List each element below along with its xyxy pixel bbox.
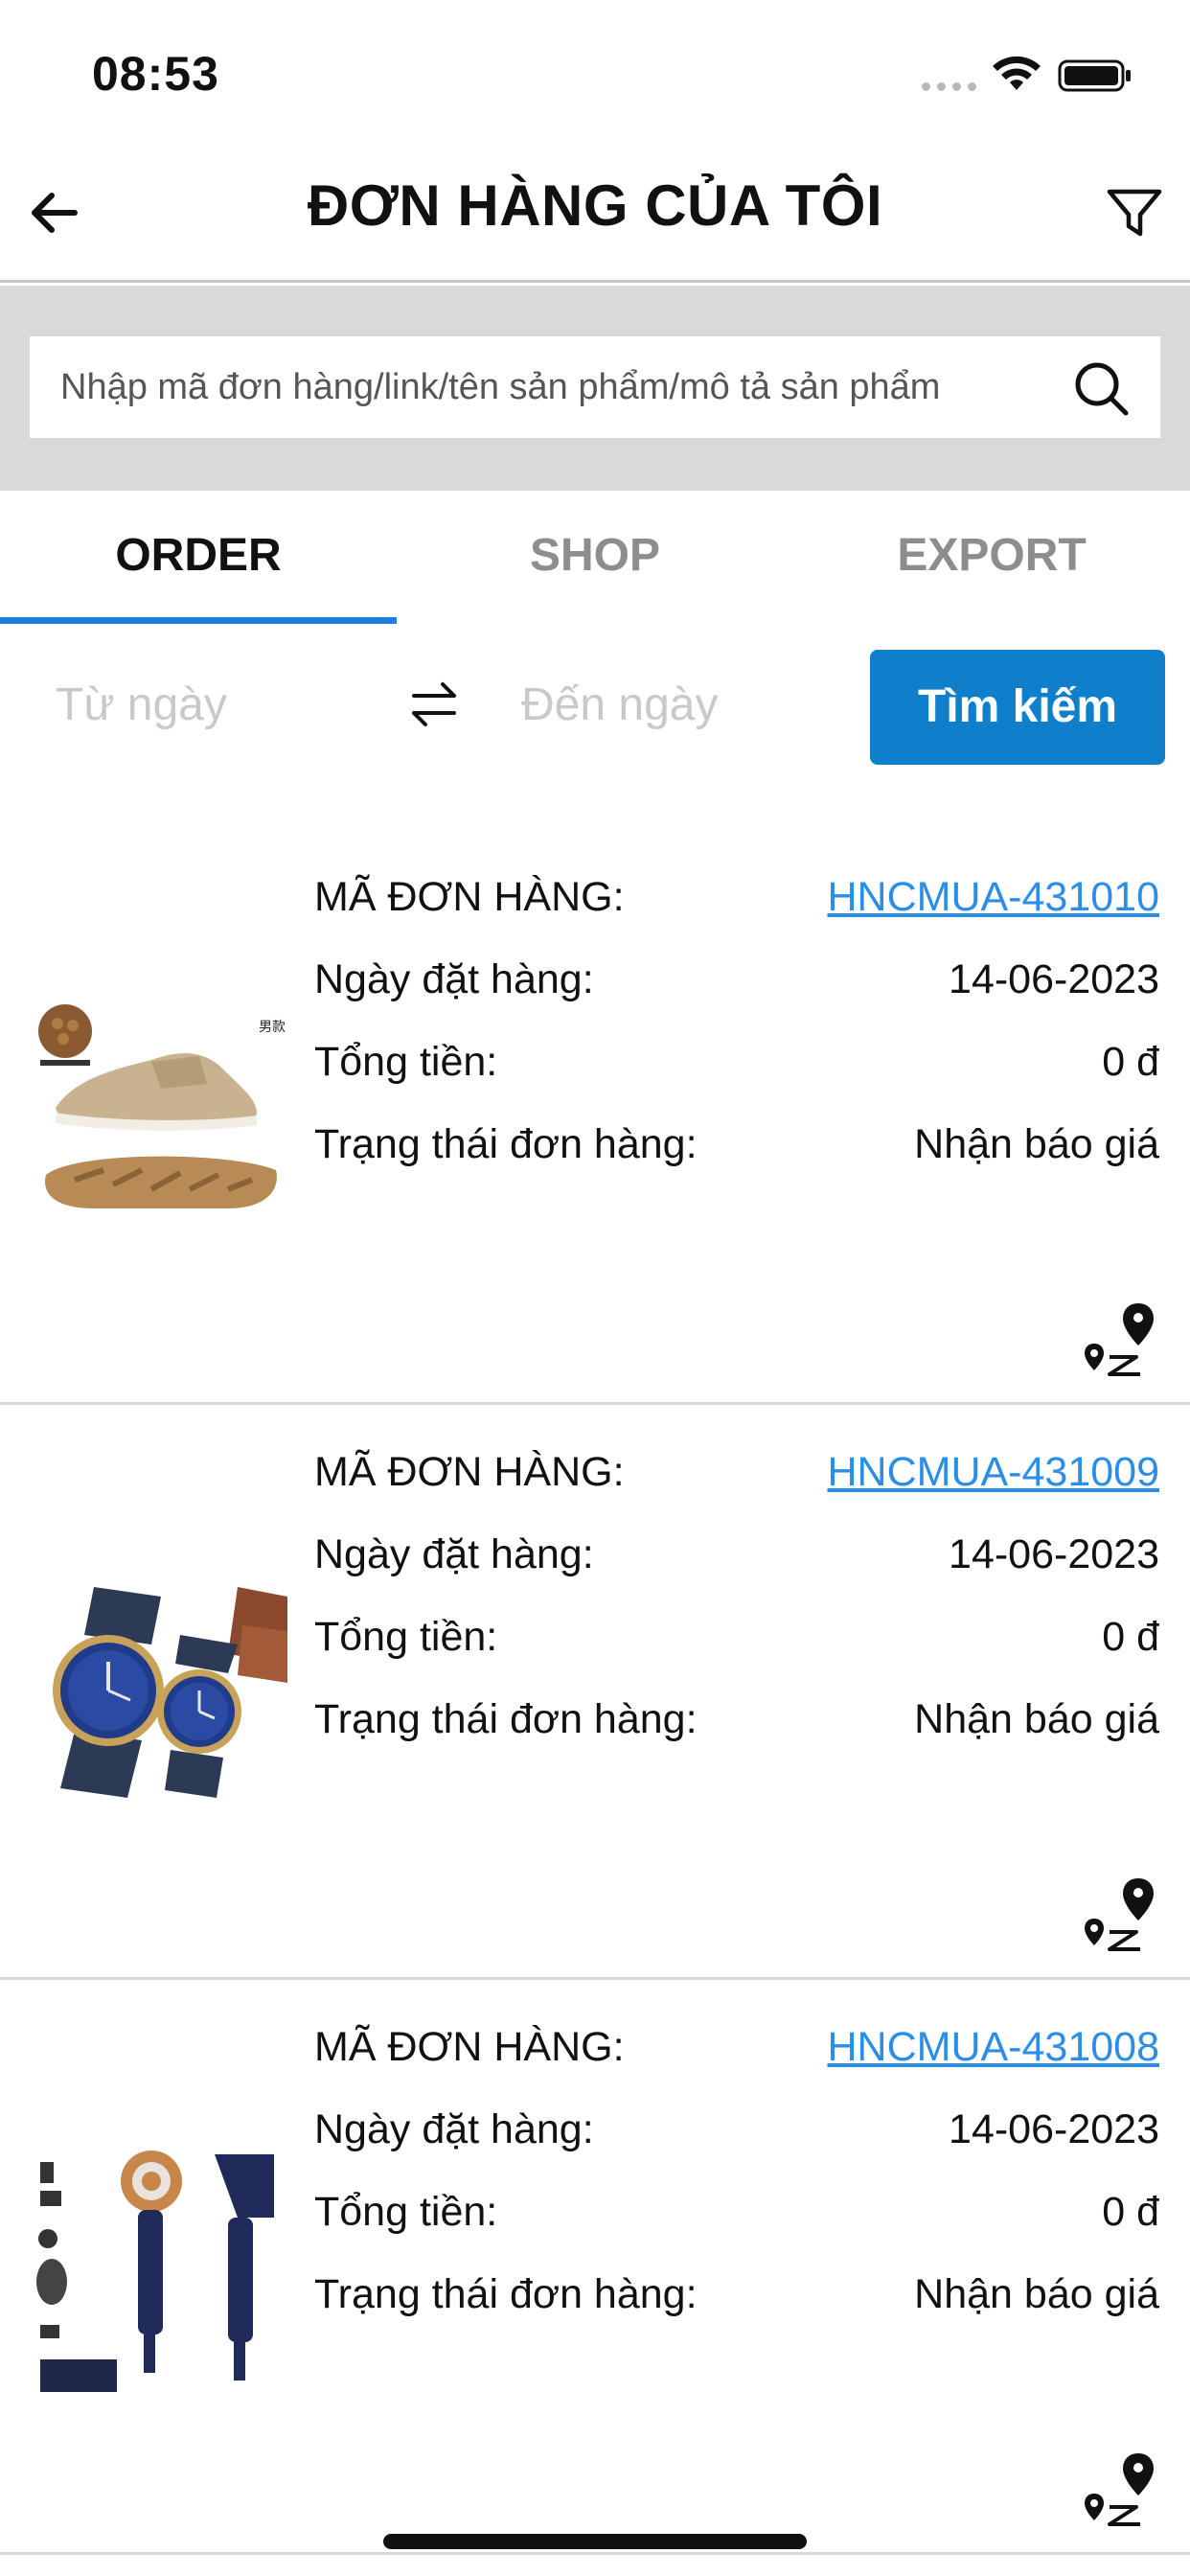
order-status-value: Nhận báo giá [914, 1696, 1159, 1742]
order-status-row: Trạng thái đơn hàng: Nhận báo giá [314, 2271, 1159, 2354]
order-code-link[interactable]: HNCMUA-431010 [827, 874, 1159, 921]
order-total-label: Tổng tiền: [314, 2189, 498, 2235]
order-card[interactable]: MÃ ĐƠN HÀNG: HNCMUA-431009 Ngày đặt hàng… [0, 1405, 1190, 1980]
orders-screen: 08:53 ĐƠN HÀNG CỦA TÔI Nhập mã đơn hàng/… [0, 0, 1190, 2576]
order-status-value: Nhận báo giá [914, 2271, 1159, 2317]
order-status-label: Trạng thái đơn hàng: [314, 1696, 698, 1742]
search-box [30, 336, 1160, 438]
order-date-label: Ngày đặt hàng: [314, 2106, 594, 2152]
order-info: MÃ ĐƠN HÀNG: HNCMUA-431009 Ngày đặt hàng… [314, 1449, 1159, 1779]
order-total-row: Tổng tiền: 0 đ [314, 1039, 1159, 1121]
order-tabs: ORDER SHOP EXPORT [0, 491, 1190, 625]
order-status-row: Trạng thái đơn hàng: Nhận báo giá [314, 1121, 1159, 1204]
order-date-value: 14-06-2023 [949, 1531, 1159, 1577]
search-area [0, 286, 1190, 491]
order-info: MÃ ĐƠN HÀNG: HNCMUA-431010 Ngày đặt hàng… [314, 874, 1159, 1204]
date-to-field[interactable]: Đến ngày [521, 678, 718, 731]
order-code-row: MÃ ĐƠN HÀNG: HNCMUA-431009 [314, 1449, 1159, 1531]
search-icon[interactable] [1070, 357, 1132, 419]
couple-watches-thumbnail [53, 1587, 287, 1798]
home-indicator [383, 2534, 807, 2549]
order-status-value: Nhận báo giá [914, 1121, 1159, 1167]
search-input[interactable] [60, 336, 1057, 438]
order-code-label: MÃ ĐƠN HÀNG: [314, 1449, 625, 1495]
order-status-label: Trạng thái đơn hàng: [314, 1121, 698, 1167]
order-date-label: Ngày đặt hàng: [314, 1531, 594, 1577]
status-bar: 08:53 [0, 0, 1190, 144]
hair-dryer-thumbnail [36, 2150, 274, 2392]
order-total-value: 0 đ [1102, 2189, 1159, 2235]
funnel-icon[interactable] [1104, 182, 1165, 243]
order-date-row: Ngày đặt hàng: 14-06-2023 [314, 1531, 1159, 1614]
order-total-label: Tổng tiền: [314, 1614, 498, 1660]
status-time: 08:53 [92, 47, 219, 101]
order-card[interactable]: 男款 MÃ ĐƠN HÀNG: HNCMUA-431010 Ngày đặt h… [0, 830, 1190, 1405]
order-status-label: Trạng thái đơn hàng: [314, 2271, 698, 2317]
tab-order[interactable]: ORDER [0, 491, 397, 625]
route-map-icon[interactable] [1081, 1300, 1161, 1380]
order-code-row: MÃ ĐƠN HÀNG: HNCMUA-431008 [314, 2024, 1159, 2106]
tab-shop[interactable]: SHOP [397, 491, 793, 625]
order-total-row: Tổng tiền: 0 đ [314, 1614, 1159, 1696]
page-title: ĐƠN HÀNG CỦA TÔI [307, 173, 883, 238]
order-date-value: 14-06-2023 [949, 956, 1159, 1002]
order-date-label: Ngày đặt hàng: [314, 956, 594, 1002]
order-code-label: MÃ ĐƠN HÀNG: [314, 2024, 625, 2070]
order-date-value: 14-06-2023 [949, 2106, 1159, 2152]
route-map-icon[interactable] [1081, 2450, 1161, 2530]
battery-icon [1058, 59, 1131, 92]
route-map-icon[interactable] [1081, 1874, 1161, 1955]
active-tab-indicator [0, 617, 397, 624]
order-info: MÃ ĐƠN HÀNG: HNCMUA-431008 Ngày đặt hàng… [314, 2024, 1159, 2354]
order-code-label: MÃ ĐƠN HÀNG: [314, 874, 625, 920]
order-total-label: Tổng tiền: [314, 1039, 498, 1085]
order-total-value: 0 đ [1102, 1039, 1159, 1085]
app-header: ĐƠN HÀNG CỦA TÔI [0, 144, 1190, 283]
order-code-link[interactable]: HNCMUA-431008 [827, 2024, 1159, 2071]
order-total-value: 0 đ [1102, 1614, 1159, 1660]
search-button[interactable]: Tìm kiếm [870, 650, 1165, 765]
order-total-row: Tổng tiền: 0 đ [314, 2189, 1159, 2271]
order-code-row: MÃ ĐƠN HÀNG: HNCMUA-431010 [314, 874, 1159, 956]
tab-export[interactable]: EXPORT [793, 491, 1190, 625]
swap-arrows-icon [412, 682, 456, 726]
date-filter: Từ ngày Đến ngày Tìm kiếm [0, 642, 1190, 767]
order-status-row: Trạng thái đơn hàng: Nhận báo giá [314, 1696, 1159, 1779]
signal-dots-icon [922, 82, 976, 91]
order-card[interactable]: MÃ ĐƠN HÀNG: HNCMUA-431008 Ngày đặt hàng… [0, 1980, 1190, 2555]
date-from-field[interactable]: Từ ngày [56, 678, 227, 731]
order-code-link[interactable]: HNCMUA-431009 [827, 1449, 1159, 1496]
order-date-row: Ngày đặt hàng: 14-06-2023 [314, 956, 1159, 1039]
order-date-row: Ngày đặt hàng: 14-06-2023 [314, 2106, 1159, 2189]
wifi-icon [993, 56, 1041, 90]
thumbnail-text: 男款 [259, 1020, 286, 1035]
hiking-shoe-thumbnail: 男款 [38, 1004, 286, 1208]
